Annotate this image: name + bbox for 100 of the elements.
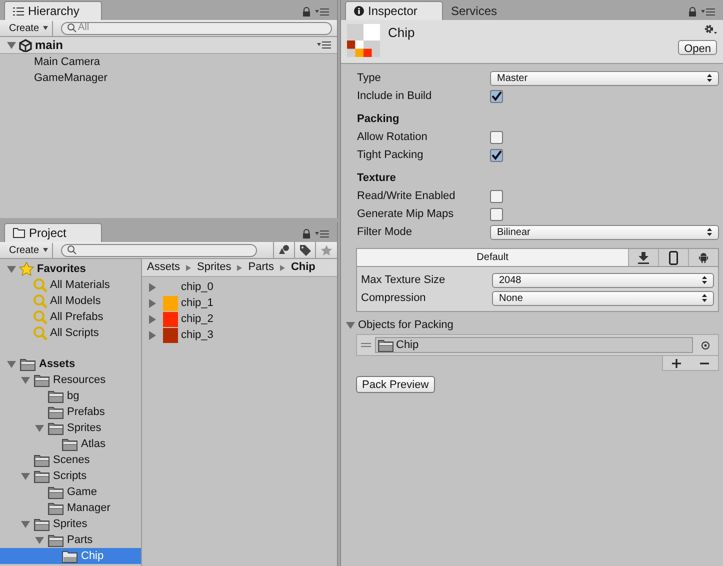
- favorite-item[interactable]: All Prefabs: [0, 309, 141, 325]
- drag-handle-icon[interactable]: [361, 343, 371, 347]
- asset-item[interactable]: chip_2: [142, 311, 337, 327]
- chevron-icon: [186, 264, 192, 270]
- favorites-header[interactable]: Favorites: [0, 261, 141, 277]
- field-label: Filter Mode: [357, 224, 414, 240]
- asset-item[interactable]: chip_0: [142, 279, 337, 295]
- search-icon: [33, 310, 48, 324]
- search-icon: [33, 294, 48, 308]
- asset-item[interactable]: chip_3: [142, 327, 337, 343]
- folder-tree-item[interactable]: Atlas: [0, 436, 141, 452]
- lock-icon[interactable]: [302, 229, 311, 239]
- folder-tree-item[interactable]: Assets: [0, 356, 141, 372]
- object-field[interactable]: Chip: [375, 337, 693, 353]
- platform-tab[interactable]: [688, 249, 718, 266]
- panel-tab[interactable]: Hierarchy: [4, 1, 102, 20]
- lock-icon[interactable]: [302, 7, 311, 17]
- dropdown[interactable]: Bilinear: [490, 224, 719, 240]
- android-icon: [699, 252, 708, 263]
- dropdown[interactable]: None: [492, 290, 714, 306]
- menu-icon[interactable]: [317, 41, 331, 49]
- folder-tree-item[interactable]: Sprites: [0, 420, 141, 436]
- star-icon: [321, 244, 332, 256]
- field-label: Max Texture Size: [361, 272, 446, 288]
- hierarchy-item[interactable]: GameManager: [0, 70, 337, 86]
- favorite-item[interactable]: All Materials: [0, 277, 141, 293]
- asset-item[interactable]: chip_1: [142, 295, 337, 311]
- section-heading: Texture: [357, 170, 396, 186]
- field-label: Compression: [361, 290, 427, 306]
- list-icon: [13, 6, 24, 16]
- folder-tree-item[interactable]: Scenes: [0, 452, 141, 468]
- platform-tab[interactable]: [628, 249, 658, 266]
- folder-tree-item[interactable]: Parts: [0, 532, 141, 548]
- checkbox[interactable]: [490, 148, 503, 162]
- breadcrumb-link[interactable]: Parts: [248, 259, 274, 276]
- expand-arrow-icon[interactable]: [35, 424, 44, 432]
- expand-arrow-icon[interactable]: [7, 360, 16, 368]
- expand-arrow-icon[interactable]: [7, 264, 16, 274]
- panel-tab[interactable]: Project: [4, 223, 102, 242]
- menu-icon[interactable]: [315, 230, 329, 238]
- expand-arrow-icon[interactable]: [21, 520, 30, 528]
- favorite-item[interactable]: All Scripts: [0, 325, 141, 341]
- chevron-icon: [237, 264, 242, 270]
- folder-tree-item[interactable]: Prefabs: [0, 404, 141, 420]
- download-icon: [638, 252, 649, 264]
- menu-icon[interactable]: [701, 8, 715, 16]
- field-label: Tight Packing: [357, 148, 424, 163]
- object-picker-icon[interactable]: [701, 340, 710, 350]
- create-button[interactable]: Create: [5, 242, 54, 258]
- breadcrumb-link[interactable]: Chip: [290, 259, 316, 276]
- panel-tab[interactable]: Services: [443, 1, 541, 20]
- up-down-arrows-icon: [707, 228, 712, 236]
- plus-icon: [672, 358, 682, 368]
- folder-tree-item[interactable]: Scripts: [0, 468, 141, 484]
- menu-icon[interactable]: [315, 8, 329, 16]
- folder-icon: [48, 422, 64, 434]
- folder-icon: [34, 374, 50, 386]
- platform-tab[interactable]: Default: [357, 249, 628, 266]
- favorite-item[interactable]: All Models: [0, 293, 141, 309]
- breadcrumb-link[interactable]: Assets: [147, 259, 180, 276]
- scene-header[interactable]: main: [0, 37, 337, 54]
- search-icon: [33, 326, 48, 340]
- folder-tree-item[interactable]: Resources: [0, 372, 141, 388]
- lock-icon[interactable]: [688, 7, 697, 17]
- folder-tree-item[interactable]: Sprites: [0, 516, 141, 532]
- shapes-icon: [278, 245, 290, 255]
- folder-tree-item[interactable]: Game: [0, 484, 141, 500]
- checkbox[interactable]: [490, 90, 503, 102]
- folder-icon: [62, 438, 78, 450]
- folder-tree-item[interactable]: Chip: [0, 548, 141, 564]
- folder-icon: [34, 454, 50, 466]
- dropdown[interactable]: 2048: [492, 272, 714, 288]
- settings-icon[interactable]: [704, 24, 717, 35]
- section-heading: Packing: [357, 112, 400, 127]
- breadcrumb-link[interactable]: Sprites: [197, 259, 232, 276]
- open-button[interactable]: Open: [678, 40, 717, 55]
- expand-arrow-icon[interactable]: [346, 320, 355, 330]
- hierarchy-item[interactable]: Main Camera: [0, 54, 337, 70]
- checkbox[interactable]: [490, 190, 503, 202]
- pack-preview-button[interactable]: Pack Preview: [356, 376, 435, 393]
- folder-tree-item[interactable]: Manager: [0, 500, 141, 516]
- expand-arrow-icon[interactable]: [21, 472, 30, 480]
- star-icon: [19, 262, 34, 276]
- search-field[interactable]: [61, 244, 257, 256]
- dropdown[interactable]: Master: [490, 70, 719, 86]
- create-button[interactable]: Create: [5, 20, 54, 36]
- objects-foldout-header[interactable]: Objects for Packing: [346, 316, 454, 334]
- field-label: Allow Rotation: [357, 130, 428, 145]
- platform-tab[interactable]: [658, 249, 688, 266]
- folder-icon: [62, 550, 78, 562]
- expand-arrow-icon[interactable]: [35, 536, 44, 544]
- panel-tab[interactable]: Inspector: [345, 1, 443, 20]
- expand-arrow-icon[interactable]: [21, 376, 30, 384]
- folder-icon: [48, 502, 64, 514]
- checkbox[interactable]: [490, 130, 503, 144]
- asset-title: Chip: [388, 24, 416, 42]
- expand-arrow-icon[interactable]: [7, 40, 16, 50]
- up-down-arrows-icon: [702, 276, 707, 284]
- folder-tree-item[interactable]: bg: [0, 388, 141, 404]
- checkbox[interactable]: [490, 208, 503, 220]
